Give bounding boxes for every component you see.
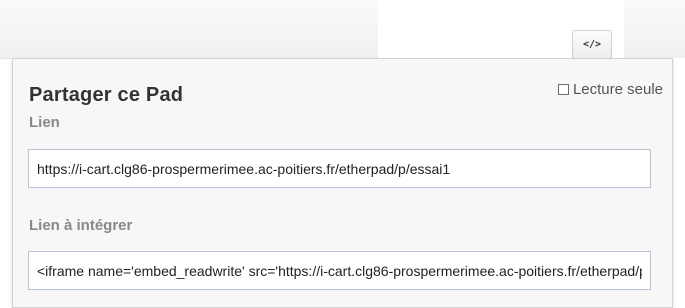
- editor-toolbar: </>: [0, 0, 685, 59]
- embed-code-icon: </>: [582, 39, 602, 50]
- readonly-checkbox[interactable]: [557, 84, 569, 95]
- link-input[interactable]: [28, 149, 651, 188]
- readonly-label: Lecture seule: [572, 81, 663, 98]
- embed-input[interactable]: [28, 251, 651, 290]
- toolbar-left-section: [0, 0, 378, 59]
- share-title: Partager ce Pad: [29, 84, 184, 106]
- share-popup: Partager ce Pad Lecture seule Lien Lien …: [12, 58, 673, 308]
- toolbar-right-section: [624, 0, 685, 58]
- readonly-toggle[interactable]: Lecture seule: [557, 81, 663, 98]
- embed-link-label: Lien à intégrer: [29, 217, 133, 234]
- embed-button[interactable]: </>: [572, 30, 612, 58]
- link-label: Lien: [29, 114, 60, 131]
